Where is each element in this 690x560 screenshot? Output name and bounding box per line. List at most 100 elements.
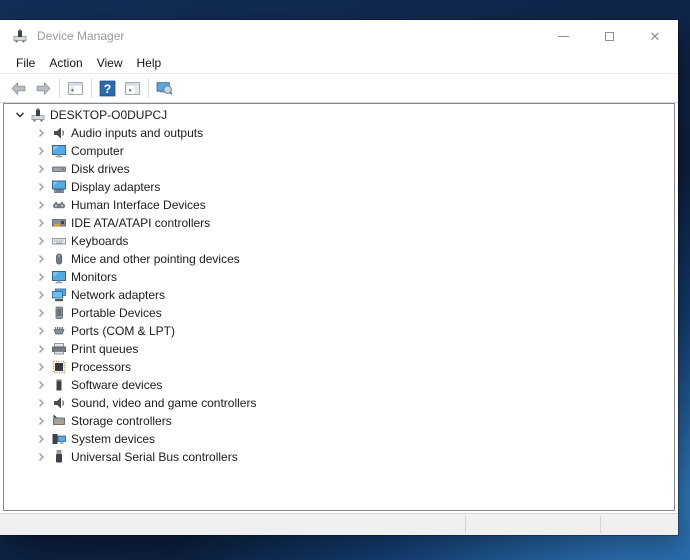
show-console-tree-button[interactable] <box>63 77 88 100</box>
tree-item-label: Computer <box>71 144 124 158</box>
storage-controllers-icon <box>51 413 67 429</box>
tree-item-label: Display adapters <box>71 180 160 194</box>
tree-item-ports-com-lpt[interactable]: Ports (COM & LPT) <box>4 322 674 340</box>
close-button[interactable]: ✕ <box>632 20 678 52</box>
tree-item-storage-controllers[interactable]: Storage controllers <box>4 412 674 430</box>
tree-item-monitors[interactable]: Monitors <box>4 268 674 286</box>
tree-item-label: Network adapters <box>71 288 165 302</box>
tree-item-label: Sound, video and game controllers <box>71 396 256 410</box>
toolbar-separator <box>91 78 92 98</box>
chevron-collapsed-icon[interactable] <box>33 413 49 429</box>
chevron-collapsed-icon[interactable] <box>33 125 49 141</box>
desktop-root-icon <box>30 107 46 123</box>
computer-icon <box>51 143 67 159</box>
tree-item-label: Universal Serial Bus controllers <box>71 450 238 464</box>
sound-video-and-game-controllers-icon <box>51 395 67 411</box>
disk-drives-icon <box>51 161 67 177</box>
help-button[interactable] <box>95 77 120 100</box>
chevron-collapsed-icon[interactable] <box>33 323 49 339</box>
chevron-collapsed-icon[interactable] <box>33 161 49 177</box>
tree-item-computer[interactable]: Computer <box>4 142 674 160</box>
chevron-collapsed-icon[interactable] <box>33 341 49 357</box>
desktop-background: Device Manager ✕ File Action View Help <box>0 0 690 560</box>
audio-inputs-and-outputs-icon <box>51 125 67 141</box>
processors-icon <box>51 359 67 375</box>
tree-item-ide-ata-atapi-controllers[interactable]: IDE ATA/ATAPI controllers <box>4 214 674 232</box>
chevron-collapsed-icon[interactable] <box>33 233 49 249</box>
ports-com-lpt-icon <box>51 323 67 339</box>
toolbar-separator <box>148 78 149 98</box>
tree-item-desktop-root[interactable]: DESKTOP-O0DUPCJ <box>4 106 674 124</box>
network-adapters-icon <box>51 287 67 303</box>
chevron-collapsed-icon[interactable] <box>33 449 49 465</box>
tree-item-label: IDE ATA/ATAPI controllers <box>71 216 210 230</box>
monitors-icon <box>51 269 67 285</box>
menu-bar: File Action View Help <box>0 52 678 74</box>
window-title: Device Manager <box>37 29 124 43</box>
tree-item-display-adapters[interactable]: Display adapters <box>4 178 674 196</box>
show-action-pane-icon <box>124 80 141 97</box>
tree-item-mice-and-other-pointing-devices[interactable]: Mice and other pointing devices <box>4 250 674 268</box>
chevron-collapsed-icon[interactable] <box>33 179 49 195</box>
print-queues-icon <box>51 341 67 357</box>
device-tree[interactable]: DESKTOP-O0DUPCJ Audio inputs and outputs C… <box>3 103 675 511</box>
tree-item-human-interface-devices[interactable]: Human Interface Devices <box>4 196 674 214</box>
software-devices-icon <box>51 377 67 393</box>
menu-action[interactable]: Action <box>42 54 89 72</box>
minimize-button[interactable] <box>540 20 586 52</box>
display-adapters-icon <box>51 179 67 195</box>
forward-button[interactable] <box>31 77 56 100</box>
device-manager-app-icon <box>12 28 28 44</box>
mice-and-other-pointing-devices-icon <box>51 251 67 267</box>
ide-ata-atapi-controllers-icon <box>51 215 67 231</box>
chevron-collapsed-icon[interactable] <box>33 359 49 375</box>
title-bar[interactable]: Device Manager ✕ <box>0 20 678 52</box>
tree-item-network-adapters[interactable]: Network adapters <box>4 286 674 304</box>
tree-item-software-devices[interactable]: Software devices <box>4 376 674 394</box>
chevron-collapsed-icon[interactable] <box>33 269 49 285</box>
chevron-collapsed-icon[interactable] <box>33 395 49 411</box>
system-devices-icon <box>51 431 67 447</box>
maximize-button[interactable] <box>586 20 632 52</box>
universal-serial-bus-controllers-icon <box>51 449 67 465</box>
tree-item-label: DESKTOP-O0DUPCJ <box>50 108 167 122</box>
chevron-collapsed-icon[interactable] <box>33 305 49 321</box>
tree-item-processors[interactable]: Processors <box>4 358 674 376</box>
toolbar-separator <box>59 78 60 98</box>
scan-for-hardware-changes-button[interactable] <box>152 77 177 100</box>
tree-item-label: Monitors <box>71 270 117 284</box>
tree-item-label: Audio inputs and outputs <box>71 126 203 140</box>
tree-item-print-queues[interactable]: Print queues <box>4 340 674 358</box>
status-bar <box>0 513 678 535</box>
menu-help[interactable]: Help <box>130 54 169 72</box>
back-icon <box>10 80 27 97</box>
portable-devices-icon <box>51 305 67 321</box>
chevron-collapsed-icon[interactable] <box>33 287 49 303</box>
tree-item-system-devices[interactable]: System devices <box>4 430 674 448</box>
tree-item-keyboards[interactable]: Keyboards <box>4 232 674 250</box>
minimize-icon <box>558 36 569 37</box>
menu-view[interactable]: View <box>90 54 130 72</box>
tree-item-label: Print queues <box>71 342 138 356</box>
tree-item-disk-drives[interactable]: Disk drives <box>4 160 674 178</box>
chevron-collapsed-icon[interactable] <box>33 215 49 231</box>
back-button[interactable] <box>6 77 31 100</box>
forward-icon <box>35 80 52 97</box>
show-action-pane-button[interactable] <box>120 77 145 100</box>
chevron-collapsed-icon[interactable] <box>33 431 49 447</box>
chevron-collapsed-icon[interactable] <box>33 377 49 393</box>
tree-item-universal-serial-bus-controllers[interactable]: Universal Serial Bus controllers <box>4 448 674 466</box>
chevron-expanded-icon[interactable] <box>12 107 28 123</box>
tree-item-label: Mice and other pointing devices <box>71 252 240 266</box>
tree-item-label: Storage controllers <box>71 414 172 428</box>
tree-item-label: Ports (COM & LPT) <box>71 324 175 338</box>
chevron-collapsed-icon[interactable] <box>33 197 49 213</box>
chevron-collapsed-icon[interactable] <box>33 251 49 267</box>
tree-item-audio-inputs-and-outputs[interactable]: Audio inputs and outputs <box>4 124 674 142</box>
help-icon <box>99 80 116 97</box>
menu-file[interactable]: File <box>9 54 42 72</box>
chevron-collapsed-icon[interactable] <box>33 143 49 159</box>
tree-item-sound-video-and-game-controllers[interactable]: Sound, video and game controllers <box>4 394 674 412</box>
tree-item-portable-devices[interactable]: Portable Devices <box>4 304 674 322</box>
device-manager-window: Device Manager ✕ File Action View Help <box>0 20 678 535</box>
